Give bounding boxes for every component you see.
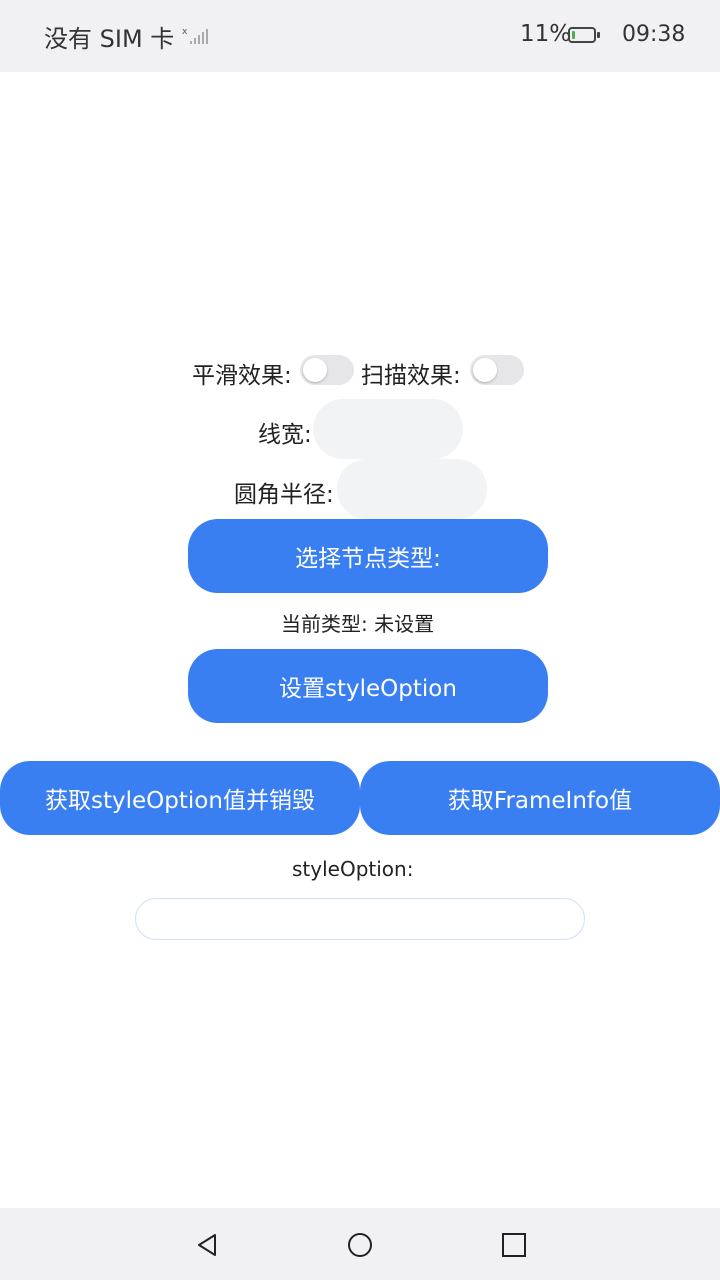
get-style-option-destroy-button[interactable]: 获取styleOption值并销毁	[0, 761, 360, 835]
scan-effect-toggle[interactable]	[470, 355, 524, 385]
carrier-text: 没有 SIM 卡	[44, 25, 175, 53]
battery-percent: 11%	[520, 21, 572, 47]
toggle-knob	[473, 358, 497, 382]
status-bar: 没有 SIM 卡 x 11% 09:38	[0, 0, 720, 72]
current-type-text: 当前类型: 未设置	[281, 612, 435, 636]
svg-text:x: x	[182, 27, 188, 37]
clock: 09:38	[622, 22, 686, 47]
navigation-bar	[0, 1208, 720, 1280]
style-option-label: styleOption:	[292, 857, 414, 881]
back-triangle-icon[interactable]	[193, 1230, 223, 1260]
recents-square-icon[interactable]	[499, 1230, 529, 1260]
home-circle-icon[interactable]	[345, 1230, 375, 1260]
toggle-knob	[303, 358, 327, 382]
select-node-type-button[interactable]: 选择节点类型:	[188, 519, 548, 593]
style-option-output[interactable]	[135, 898, 585, 940]
get-frame-info-button[interactable]: 获取FrameInfo值	[360, 761, 720, 835]
corner-radius-label: 圆角半径:	[234, 482, 334, 508]
line-width-input[interactable]	[313, 399, 463, 459]
corner-radius-input[interactable]	[337, 459, 487, 519]
battery-icon	[568, 27, 600, 43]
scan-effect-label: 扫描效果:	[361, 363, 461, 389]
smooth-effect-label: 平滑效果:	[192, 363, 292, 389]
signal-icon: x	[182, 26, 210, 46]
line-width-label: 线宽:	[258, 422, 312, 448]
set-style-option-button[interactable]: 设置styleOption	[188, 649, 548, 723]
smooth-effect-toggle[interactable]	[300, 355, 354, 385]
